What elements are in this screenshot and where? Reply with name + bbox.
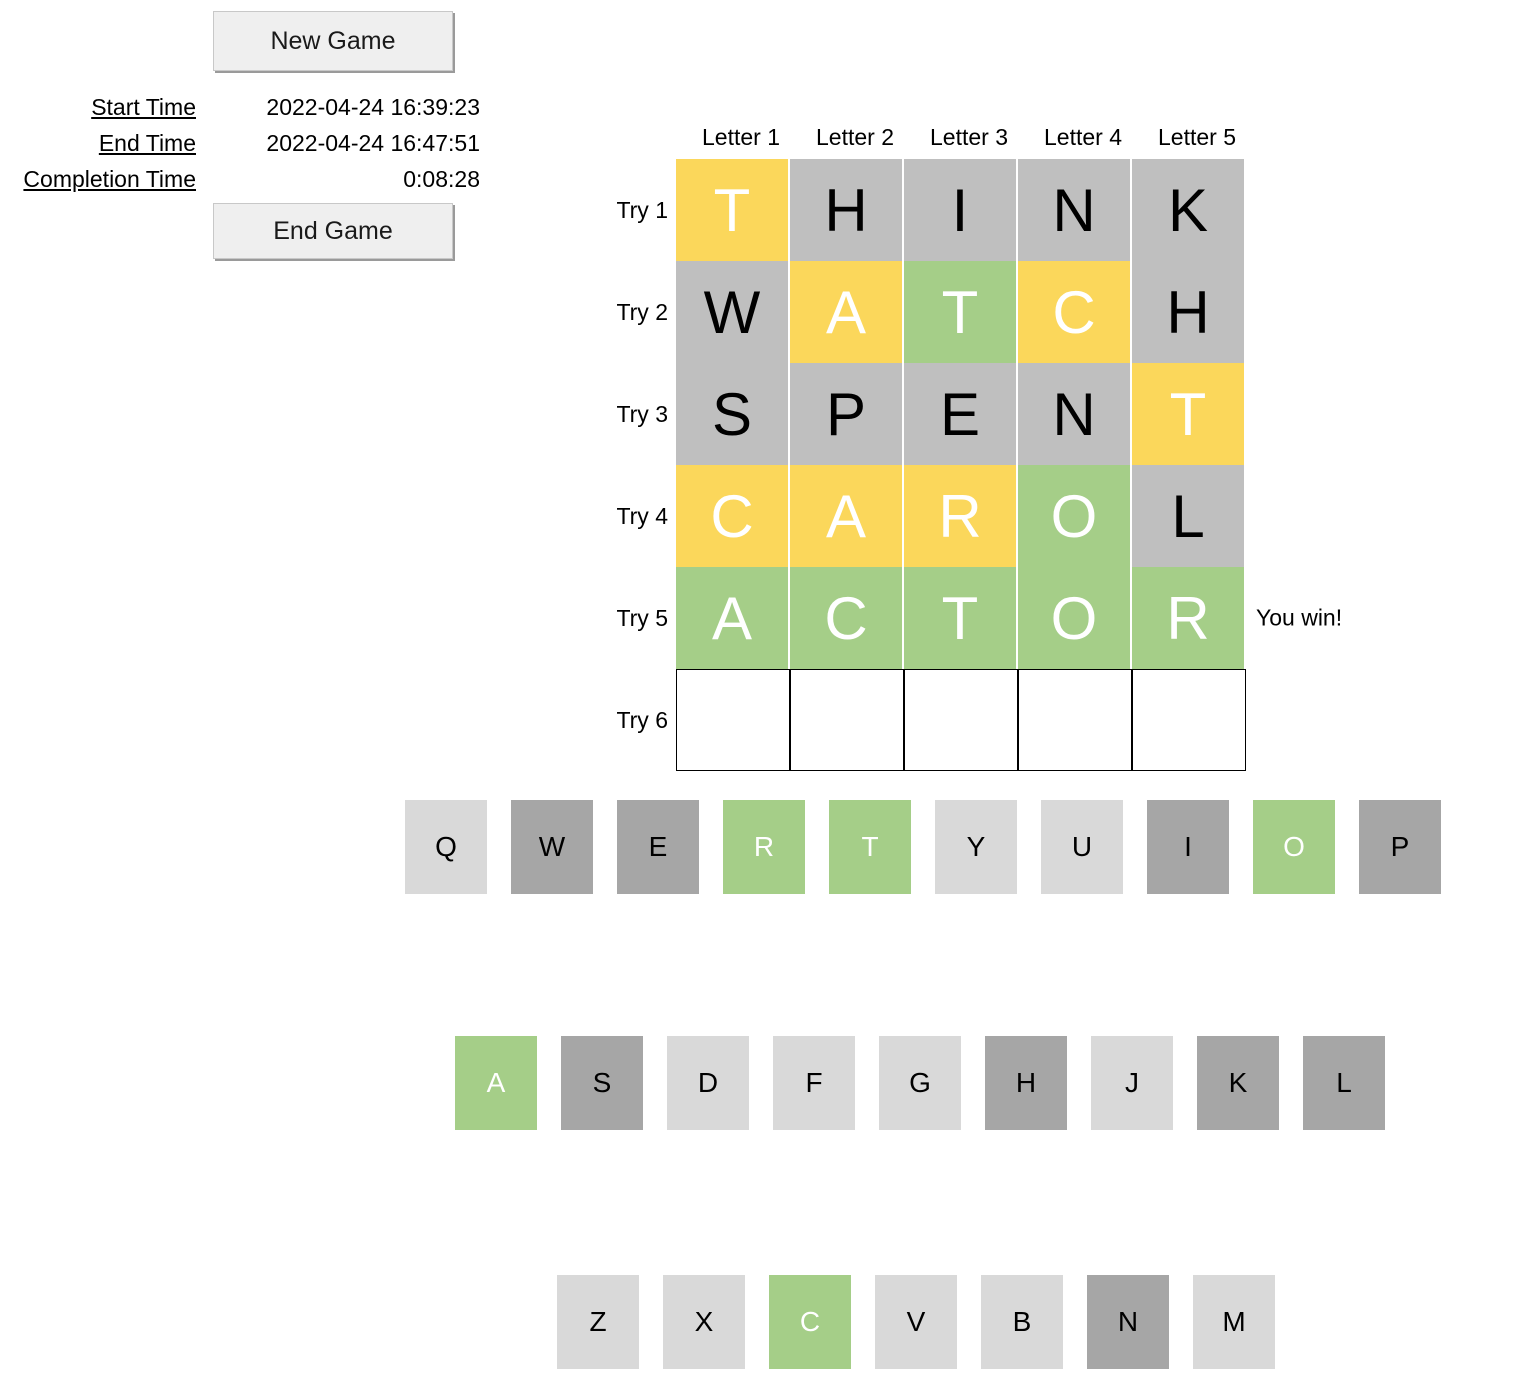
letter-cell: N xyxy=(1018,363,1130,465)
key-w[interactable]: W xyxy=(511,800,593,894)
grid-row: Try 2 WATCH xyxy=(600,261,1246,363)
key-t[interactable]: T xyxy=(829,800,911,894)
letter-cell: T xyxy=(676,159,788,261)
key-y[interactable]: Y xyxy=(935,800,1017,894)
key-u[interactable]: U xyxy=(1041,800,1123,894)
grid-column-headers: Letter 1 Letter 2 Letter 3 Letter 4 Letter 5 xyxy=(684,122,1254,152)
letter-cell xyxy=(904,669,1018,771)
grid-column-header: Letter 2 xyxy=(816,124,894,150)
end-time-row: End Time 2022-04-24 16:47:51 xyxy=(0,126,480,160)
letter-cell: I xyxy=(904,159,1016,261)
letter-cell: R xyxy=(1132,567,1244,669)
key-k[interactable]: K xyxy=(1197,1036,1279,1130)
key-p[interactable]: P xyxy=(1359,800,1441,894)
key-b[interactable]: B xyxy=(981,1275,1063,1369)
letter-cell: C xyxy=(676,465,788,567)
try-label: Try 6 xyxy=(616,706,668,733)
on-screen-keyboard: QWERTYUIOP ASDFGHJKL ZXCVBNM xyxy=(0,800,1536,1369)
letter-cell: A xyxy=(790,261,902,363)
grid-column-header: Letter 5 xyxy=(1158,124,1236,150)
letter-cell: A xyxy=(676,567,788,669)
end-time-value: 2022-04-24 16:47:51 xyxy=(266,130,480,156)
completion-time-label: Completion Time xyxy=(23,166,196,192)
key-e[interactable]: E xyxy=(617,800,699,894)
letter-cell: O xyxy=(1018,567,1130,669)
key-d[interactable]: D xyxy=(667,1036,749,1130)
grid-row: Try 3 SPENT xyxy=(600,363,1246,465)
grid-row: Try 4 CAROL xyxy=(600,465,1246,567)
letter-cell: N xyxy=(1018,159,1130,261)
game-controls-panel: New Game Start Time 2022-04-24 16:39:23 … xyxy=(0,0,480,280)
start-time-value: 2022-04-24 16:39:23 xyxy=(266,94,480,120)
grid-row-cells: CAROL xyxy=(676,465,1244,567)
key-j[interactable]: J xyxy=(1091,1036,1173,1130)
keyboard-row: ZXCVBNM xyxy=(0,1275,1536,1383)
end-game-button[interactable]: End Game xyxy=(213,203,453,259)
letter-cell: S xyxy=(676,363,788,465)
completion-time-value: 0:08:28 xyxy=(403,166,480,192)
grid-column-header: Letter 4 xyxy=(1044,124,1122,150)
try-label: Try 5 xyxy=(616,604,668,631)
key-i[interactable]: I xyxy=(1147,800,1229,894)
letter-cell: O xyxy=(1018,465,1130,567)
grid-column-header: Letter 1 xyxy=(702,124,780,150)
letter-cell: C xyxy=(790,567,902,669)
key-z[interactable]: Z xyxy=(557,1275,639,1369)
try-label: Try 3 xyxy=(616,400,668,427)
key-c[interactable]: C xyxy=(769,1275,851,1369)
try-label: Try 1 xyxy=(616,196,668,223)
completion-time-row: Completion Time 0:08:28 xyxy=(0,162,480,196)
letter-cell: T xyxy=(904,567,1016,669)
key-q[interactable]: Q xyxy=(405,800,487,894)
letter-cell: W xyxy=(676,261,788,363)
letter-cell xyxy=(1132,669,1246,771)
letter-cell: L xyxy=(1132,465,1244,567)
new-game-button[interactable]: New Game xyxy=(213,11,453,71)
key-v[interactable]: V xyxy=(875,1275,957,1369)
try-label: Try 4 xyxy=(616,502,668,529)
letter-cell: A xyxy=(790,465,902,567)
start-time-label: Start Time xyxy=(91,94,196,120)
key-h[interactable]: H xyxy=(985,1036,1067,1130)
try-label: Try 2 xyxy=(616,298,668,325)
key-r[interactable]: R xyxy=(723,800,805,894)
keyboard-row: QWERTYUIOP xyxy=(0,800,1536,908)
grid-row-cells: SPENT xyxy=(676,363,1244,465)
keyboard-row: ASDFGHJKL xyxy=(0,1036,1536,1144)
key-f[interactable]: F xyxy=(773,1036,855,1130)
grid-row: Try 1 THINK xyxy=(600,159,1246,261)
letter-cell: T xyxy=(1132,363,1244,465)
letter-cell xyxy=(790,669,904,771)
key-a[interactable]: A xyxy=(455,1036,537,1130)
status-message: You win! xyxy=(1256,604,1343,631)
key-g[interactable]: G xyxy=(879,1036,961,1130)
letter-cell: P xyxy=(790,363,902,465)
grid-column-header: Letter 3 xyxy=(930,124,1008,150)
grid-row-cells: ACTOR xyxy=(676,567,1244,669)
letter-cell: K xyxy=(1132,159,1244,261)
grid-row-cells xyxy=(676,669,1246,771)
grid-rows: Try 1 T H I N K Try 2 W A T C H Try 3 S P E N T Try 4CAROL… xyxy=(600,159,1342,771)
grid-row: Try 5 A C T O R You win! xyxy=(600,567,1342,669)
letter-cell xyxy=(676,669,790,771)
start-time-row: Start Time 2022-04-24 16:39:23 xyxy=(0,90,480,124)
letter-cell: H xyxy=(1132,261,1244,363)
letter-cell: T xyxy=(904,261,1016,363)
key-m[interactable]: M xyxy=(1193,1275,1275,1369)
key-l[interactable]: L xyxy=(1303,1036,1385,1130)
letter-cell xyxy=(1018,669,1132,771)
key-x[interactable]: X xyxy=(663,1275,745,1369)
letter-cell: H xyxy=(790,159,902,261)
key-n[interactable]: N xyxy=(1087,1275,1169,1369)
grid-row-cells: THINK xyxy=(676,159,1244,261)
letter-cell: C xyxy=(1018,261,1130,363)
grid-row-cells: WATCH xyxy=(676,261,1244,363)
end-time-label: End Time xyxy=(98,130,196,156)
key-s[interactable]: S xyxy=(561,1036,643,1130)
letter-cell: E xyxy=(904,363,1016,465)
letter-cell: R xyxy=(904,465,1016,567)
key-o[interactable]: O xyxy=(1253,800,1335,894)
grid-row: Try 6 xyxy=(600,669,1246,771)
